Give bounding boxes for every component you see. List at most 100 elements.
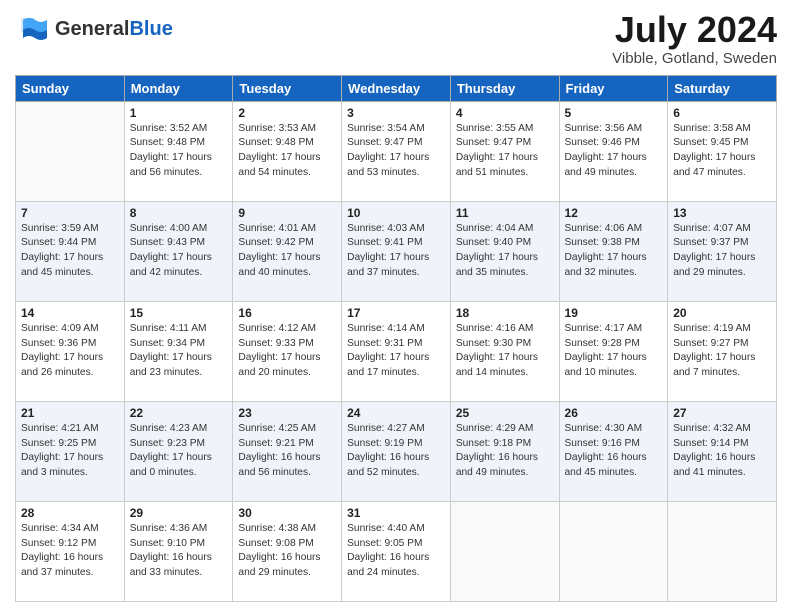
calendar-cell: 12 Sunrise: 4:06 AM Sunset: 9:38 PM Dayli… xyxy=(559,201,668,301)
calendar-cell: 19 Sunrise: 4:17 AM Sunset: 9:28 PM Dayli… xyxy=(559,301,668,401)
calendar-header-friday: Friday xyxy=(559,75,668,101)
day-number: 17 xyxy=(347,306,445,320)
day-info: Sunrise: 3:55 AM Sunset: 9:47 PM Dayligh… xyxy=(456,122,554,181)
day-info: Sunrise: 3:52 AM Sunset: 9:48 PM Dayligh… xyxy=(130,122,228,181)
day-info: Sunrise: 4:03 AM Sunset: 9:41 PM Dayligh… xyxy=(347,222,445,281)
calendar-cell: 8Sunrise: 4:00 AM Sunset: 9:43 PM Daylig… xyxy=(124,201,233,301)
calendar-header-wednesday: Wednesday xyxy=(342,75,451,101)
day-number: 7 xyxy=(21,206,119,220)
day-number: 5 xyxy=(565,106,663,120)
day-number: 15 xyxy=(130,306,228,320)
day-number: 25 xyxy=(456,406,554,420)
day-info: Sunrise: 4:38 AM Sunset: 9:08 PM Dayligh… xyxy=(238,522,336,581)
calendar-cell: 29Sunrise: 4:36 AM Sunset: 9:10 PM Dayli… xyxy=(124,501,233,601)
month-title: July 2024 xyxy=(612,10,777,50)
calendar-cell: 9Sunrise: 4:01 AM Sunset: 9:42 PM Daylig… xyxy=(233,201,342,301)
logo-text: GeneralBlue xyxy=(55,19,173,39)
logo-blue: Blue xyxy=(129,18,172,40)
day-number: 19 xyxy=(565,306,663,320)
day-info: Sunrise: 3:53 AM Sunset: 9:48 PM Dayligh… xyxy=(238,122,336,181)
day-info: Sunrise: 4:09 AM Sunset: 9:36 PM Dayligh… xyxy=(21,322,119,381)
day-number: 31 xyxy=(347,506,445,520)
day-number: 4 xyxy=(456,106,554,120)
day-number: 6 xyxy=(673,106,771,120)
calendar-header-monday: Monday xyxy=(124,75,233,101)
calendar-cell: 24 Sunrise: 4:27 AM Sunset: 9:19 PM Dayli… xyxy=(342,401,451,501)
day-info: Sunrise: 4:40 AM Sunset: 9:05 PM Dayligh… xyxy=(347,522,445,581)
calendar-cell: 23 Sunrise: 4:25 AM Sunset: 9:21 PM Dayli… xyxy=(233,401,342,501)
day-info: Sunrise: 4:11 AM Sunset: 9:34 PM Dayligh… xyxy=(130,322,228,381)
day-number: 10 xyxy=(347,206,445,220)
calendar-week-2: 7Sunrise: 3:59 AM Sunset: 9:44 PM Daylig… xyxy=(16,201,777,301)
calendar-cell: 26Sunrise: 4:30 AM Sunset: 9:16 PM Dayli… xyxy=(559,401,668,501)
logo-general: General xyxy=(55,18,129,40)
day-info: Sunrise: 4:04 AM Sunset: 9:40 PM Dayligh… xyxy=(456,222,554,281)
day-number: 27 xyxy=(673,406,771,420)
day-number: 3 xyxy=(347,106,445,120)
calendar-cell: 10 Sunrise: 4:03 AM Sunset: 9:41 PM Dayli… xyxy=(342,201,451,301)
day-info: Sunrise: 3:54 AM Sunset: 9:47 PM Dayligh… xyxy=(347,122,445,181)
day-info: Sunrise: 4:29 AM Sunset: 9:18 PM Dayligh… xyxy=(456,422,554,481)
day-number: 1 xyxy=(130,106,228,120)
day-number: 23 xyxy=(238,406,336,420)
day-info: Sunrise: 4:17 AM Sunset: 9:28 PM Dayligh… xyxy=(565,322,663,381)
day-info: Sunrise: 4:23 AM Sunset: 9:23 PM Dayligh… xyxy=(130,422,228,481)
day-number: 21 xyxy=(21,406,119,420)
calendar-cell: 6 Sunrise: 3:58 AM Sunset: 9:45 PM Daylig… xyxy=(668,101,777,201)
calendar-cell xyxy=(559,501,668,601)
day-info: Sunrise: 4:19 AM Sunset: 9:27 PM Dayligh… xyxy=(673,322,771,381)
calendar-cell xyxy=(668,501,777,601)
day-number: 26 xyxy=(565,406,663,420)
day-number: 22 xyxy=(130,406,228,420)
day-info: Sunrise: 4:21 AM Sunset: 9:25 PM Dayligh… xyxy=(21,422,119,481)
day-number: 20 xyxy=(673,306,771,320)
calendar-cell: 4 Sunrise: 3:55 AM Sunset: 9:47 PM Daylig… xyxy=(450,101,559,201)
calendar-cell: 2Sunrise: 3:53 AM Sunset: 9:48 PM Daylig… xyxy=(233,101,342,201)
calendar-cell xyxy=(450,501,559,601)
calendar-cell: 13Sunrise: 4:07 AM Sunset: 9:37 PM Dayli… xyxy=(668,201,777,301)
day-number: 12 xyxy=(565,206,663,220)
day-number: 24 xyxy=(347,406,445,420)
location: Vibble, Gotland, Sweden xyxy=(612,50,777,67)
day-number: 11 xyxy=(456,206,554,220)
day-number: 16 xyxy=(238,306,336,320)
day-number: 30 xyxy=(238,506,336,520)
calendar-cell: 20 Sunrise: 4:19 AM Sunset: 9:27 PM Dayli… xyxy=(668,301,777,401)
calendar-header-saturday: Saturday xyxy=(668,75,777,101)
calendar-week-5: 28Sunrise: 4:34 AM Sunset: 9:12 PM Dayli… xyxy=(16,501,777,601)
calendar-header-tuesday: Tuesday xyxy=(233,75,342,101)
day-number: 8 xyxy=(130,206,228,220)
calendar-header-thursday: Thursday xyxy=(450,75,559,101)
calendar-cell: 21 Sunrise: 4:21 AM Sunset: 9:25 PM Dayli… xyxy=(16,401,125,501)
calendar-cell: 27 Sunrise: 4:32 AM Sunset: 9:14 PM Dayli… xyxy=(668,401,777,501)
day-info: Sunrise: 4:27 AM Sunset: 9:19 PM Dayligh… xyxy=(347,422,445,481)
day-info: Sunrise: 4:16 AM Sunset: 9:30 PM Dayligh… xyxy=(456,322,554,381)
calendar-cell: 1 Sunrise: 3:52 AM Sunset: 9:48 PM Daylig… xyxy=(124,101,233,201)
day-number: 9 xyxy=(238,206,336,220)
day-info: Sunrise: 3:58 AM Sunset: 9:45 PM Dayligh… xyxy=(673,122,771,181)
calendar-cell: 31 Sunrise: 4:40 AM Sunset: 9:05 PM Dayli… xyxy=(342,501,451,601)
day-number: 14 xyxy=(21,306,119,320)
day-info: Sunrise: 4:34 AM Sunset: 9:12 PM Dayligh… xyxy=(21,522,119,581)
calendar-cell: 7Sunrise: 3:59 AM Sunset: 9:44 PM Daylig… xyxy=(16,201,125,301)
day-info: Sunrise: 3:56 AM Sunset: 9:46 PM Dayligh… xyxy=(565,122,663,181)
day-info: Sunrise: 4:12 AM Sunset: 9:33 PM Dayligh… xyxy=(238,322,336,381)
calendar-cell: 11 Sunrise: 4:04 AM Sunset: 9:40 PM Dayli… xyxy=(450,201,559,301)
page: GeneralBlue July 2024 Vibble, Gotland, S… xyxy=(0,0,792,612)
calendar-cell: 3 Sunrise: 3:54 AM Sunset: 9:47 PM Daylig… xyxy=(342,101,451,201)
day-number: 18 xyxy=(456,306,554,320)
calendar-cell xyxy=(16,101,125,201)
calendar-header-row: SundayMondayTuesdayWednesdayThursdayFrid… xyxy=(16,75,777,101)
day-info: Sunrise: 4:14 AM Sunset: 9:31 PM Dayligh… xyxy=(347,322,445,381)
calendar-cell: 14 Sunrise: 4:09 AM Sunset: 9:36 PM Dayli… xyxy=(16,301,125,401)
day-info: Sunrise: 4:25 AM Sunset: 9:21 PM Dayligh… xyxy=(238,422,336,481)
day-info: Sunrise: 4:06 AM Sunset: 9:38 PM Dayligh… xyxy=(565,222,663,281)
calendar-cell: 16 Sunrise: 4:12 AM Sunset: 9:33 PM Dayli… xyxy=(233,301,342,401)
calendar-cell: 18 Sunrise: 4:16 AM Sunset: 9:30 PM Dayli… xyxy=(450,301,559,401)
calendar-cell: 30 Sunrise: 4:38 AM Sunset: 9:08 PM Dayli… xyxy=(233,501,342,601)
calendar-cell: 22 Sunrise: 4:23 AM Sunset: 9:23 PM Dayli… xyxy=(124,401,233,501)
day-info: Sunrise: 4:32 AM Sunset: 9:14 PM Dayligh… xyxy=(673,422,771,481)
day-info: Sunrise: 4:36 AM Sunset: 9:10 PM Dayligh… xyxy=(130,522,228,581)
day-number: 13 xyxy=(673,206,771,220)
calendar-week-4: 21 Sunrise: 4:21 AM Sunset: 9:25 PM Dayli… xyxy=(16,401,777,501)
